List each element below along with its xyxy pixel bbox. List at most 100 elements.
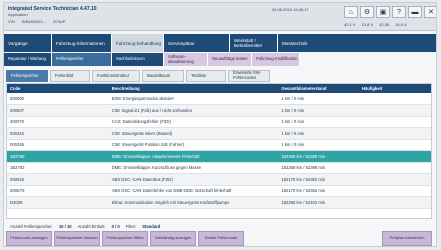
cell-code: 000007 <box>7 104 109 117</box>
cell-mileage: 1 km / 0 min <box>278 116 359 128</box>
ista-label: ISTA/P <box>52 19 66 24</box>
cell-code: 400070 <box>7 116 109 128</box>
cell-description: ABS DSC: CAN-Datenbus (FZD) <box>108 173 279 186</box>
cell-mileage: 1 km / 0 min <box>278 139 359 151</box>
table-row[interactable]: 000E78 ABS DSC: CAN-Datenfehler von DME-D… <box>7 185 431 197</box>
subtab-neuauftraege[interactable]: Neuaufträge testen <box>208 53 252 66</box>
sort-fault-code-button[interactable]: Sortier Fehlercode <box>198 231 244 246</box>
readout-3: 42.30 <box>379 22 390 27</box>
cell-code: 000E78 <box>7 185 109 197</box>
calculate-test-plan-button[interactable]: Prüfplan berechnen <box>382 231 432 246</box>
header-mileage[interactable]: Gesamtkilometerstand <box>278 84 359 93</box>
close-icon[interactable]: ✕ <box>424 6 436 18</box>
cell-description: DME: Drosselklappe: Kurzschluss gegen Ma… <box>108 162 279 174</box>
cell-description: DME: Drosselklappe: Adaptionswerte fehle… <box>108 150 279 163</box>
home-icon[interactable]: ⌂ <box>344 6 358 18</box>
top-bar: Integrated Service Technician 4.47.10 Ap… <box>4 3 436 31</box>
cell-frequency <box>358 116 431 128</box>
tab-fahrzeuginformationen[interactable]: Fahrzeug-informationen <box>52 34 112 52</box>
toolbar-icons: ⌂ ⚙ ▣ ? ▬ ✕ <box>344 6 436 18</box>
readout-2: 13.8 V <box>361 22 374 27</box>
cell-frequency <box>358 150 431 163</box>
header-description[interactable]: Beschreibung <box>108 84 279 93</box>
table-row[interactable]: 400070 CAS: Datenleitungsfehler (FZD) 1 km… <box>7 116 431 128</box>
unit-count-label: Anzahl Einheit: <box>77 224 106 229</box>
ftab-bauteilbaum[interactable]: Bauteilbaum <box>142 70 184 82</box>
cell-frequency <box>358 139 431 151</box>
cell-frequency <box>358 127 431 140</box>
ftab-testliste[interactable]: Testliste <box>186 70 226 82</box>
vin-value: WBA00B23... <box>21 19 46 24</box>
filter-value: Standard <box>142 224 161 229</box>
cell-code: 000343 <box>7 127 109 140</box>
header-frequency[interactable]: Häufigkeit <box>358 84 431 93</box>
ftab-fehlerspeicher[interactable]: Fehlerspeicher <box>6 70 48 82</box>
show-fault-code-button[interactable]: Fehlercode-anzeigen <box>6 231 52 246</box>
app-subtitle: Application <box>8 12 28 17</box>
cell-frequency <box>358 196 431 209</box>
filter-label: Filter: <box>125 224 137 229</box>
fault-tabs: Fehlerspeicher Fehlerbild Funktionsstruk… <box>4 70 436 82</box>
subtab-reparatur[interactable]: Reparatur / Wartung <box>4 53 52 66</box>
gear-icon[interactable]: ⚙ <box>360 6 374 18</box>
app-window: Integrated Service Technician 4.47.10 Ap… <box>3 2 437 247</box>
cell-description: CIM: Steuergerät Position Sitz (Fahrer) <box>108 139 279 151</box>
ftab-erweitert[interactable]: Erweiterte SW-Fehlercodes <box>228 70 270 82</box>
tab-serviceplaene[interactable]: Servicepläne <box>164 34 230 52</box>
button-bar: Fehlercode-anzeigen Fehlerspeicher lösch… <box>6 231 432 246</box>
subtab-sachfunktionen[interactable]: Sachfunktionen <box>112 53 164 66</box>
table-row[interactable]: 000015 ABS DSC: CAN-Datenbus (FZD) 182170 … <box>7 173 431 186</box>
header-code[interactable]: Code <box>7 84 109 93</box>
table-row[interactable]: 000345 CIM: Steuergerät Position Sitz (Fa… <box>7 139 431 151</box>
cell-mileage: 1 km / 0 min <box>278 104 359 117</box>
cell-frequency <box>358 185 431 197</box>
minimize-icon[interactable]: ▬ <box>408 6 422 18</box>
cell-code: 000000 <box>7 93 109 105</box>
cell-code: 000345 <box>7 139 109 151</box>
table-row[interactable]: 000000 EZM: Energiesparmodus aktiviert 1 k… <box>7 93 431 105</box>
print-icon[interactable]: ▣ <box>376 6 390 18</box>
cell-description: ABS DSC: CAN-Datenfehler von DME-DDE: Bo… <box>108 185 279 197</box>
vin-label: VIN <box>8 19 15 24</box>
cell-code: D3026 <box>7 196 109 209</box>
table-row[interactable]: 000343 CIM: Steuergerät intern (Bauteil) 1… <box>7 127 431 140</box>
cell-mileage: 182170 km / 62362 min <box>278 173 359 186</box>
filter-fault-memory-button[interactable]: Fehlerspeicher filtern <box>102 231 148 246</box>
cell-description: CIM: Signal Z1 (Fuß) aus / nicht vorhand… <box>108 104 279 117</box>
tab-vorgaenge[interactable]: Vorgänge <box>4 34 52 52</box>
ftab-fehlerbild[interactable]: Fehlerbild <box>50 70 90 82</box>
vehicle-info-strip: VIN WBA00B23... ISTA/P <box>8 19 71 24</box>
tab-fahrzeugbehandlung[interactable]: Fahrzeug-behandlung <box>112 34 164 52</box>
subtab-fehlerspeicher[interactable]: Fehlerspeicher <box>52 53 112 66</box>
cell-frequency <box>358 162 431 174</box>
table-row[interactable]: 1B2783 DME: Drosselklappe: Kurzschluss ge… <box>7 162 431 174</box>
cell-mileage: 182258 km / 62398 min <box>278 162 359 174</box>
table-header: Code Beschreibung Gesamtkilometerstand H… <box>7 84 431 93</box>
help-icon[interactable]: ? <box>392 6 406 18</box>
main-nav: Vorgänge Fahrzeug-informationen Fahrzeug… <box>4 34 436 52</box>
cell-mileage: 1 km / 0 min <box>278 93 359 105</box>
table-row[interactable]: 000007 CIM: Signal Z1 (Fuß) aus / nicht v… <box>7 104 431 117</box>
cell-frequency <box>358 173 431 186</box>
tab-werkstatt[interactable]: Werkstatt / Betriebsmittel <box>230 34 278 52</box>
cell-mileage: 182170 km / 62362 min <box>278 185 359 197</box>
cell-mileage: 182258 km / 62402 min <box>278 196 359 209</box>
table-row[interactable]: D3026 Klima: Kommunikation möglich mit St… <box>7 196 431 209</box>
subtab-software[interactable]: Software-aktualisierung <box>164 53 208 66</box>
table-row[interactable]: 1B2769 DME: Drosselklappe: Adaptionswerte… <box>7 150 431 163</box>
tab-messtechnik[interactable]: Messtechnik <box>278 34 436 52</box>
unit-count-value: 0 / 0 <box>111 224 120 229</box>
cell-frequency <box>358 93 431 105</box>
ftab-funktionsstruktur[interactable]: Funktionsstruktur <box>92 70 140 82</box>
bottom-info: Anzahl Fehlerspeicher: 10 / 10 Anzahl Ei… <box>10 224 160 229</box>
readout-4: 14.0 V <box>395 22 407 27</box>
cell-code: 1B2783 <box>7 162 109 174</box>
subtab-modifikation[interactable]: Fahrzeug-modifikation <box>252 53 300 66</box>
delete-fault-memory-button[interactable]: Fehlerspeicher löschen <box>54 231 100 246</box>
cell-description: Klima: Kommunikation möglich mit Steuerg… <box>108 196 279 209</box>
cell-code: 1B2769 <box>7 150 109 163</box>
fault-table: Code Beschreibung Gesamtkilometerstand H… <box>6 83 432 219</box>
datetime: 04.06.2024 15:46:17 <box>272 7 309 12</box>
show-complete-button[interactable]: Vollständig anzeigen <box>150 231 196 246</box>
readout-1: 42.1 V <box>344 22 356 27</box>
